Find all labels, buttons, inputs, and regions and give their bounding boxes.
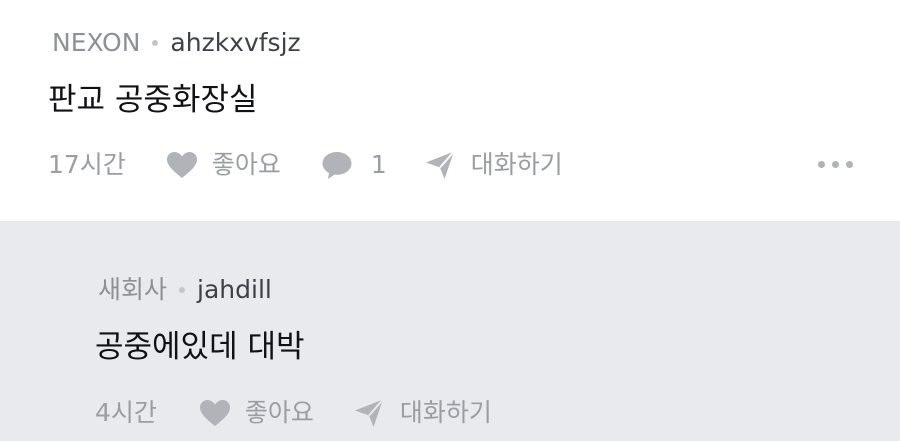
- reply-like-label: 좋아요: [244, 398, 314, 427]
- separator-dot: [179, 287, 186, 293]
- post-actions: 17시간 좋아요 1 대화하기: [48, 150, 563, 180]
- comment-count: 1: [370, 150, 387, 179]
- separator-dot: [152, 40, 159, 46]
- reply-time: 4시간: [95, 398, 157, 427]
- chat-label: 대화하기: [470, 150, 563, 179]
- post-author-meta[interactable]: NEXON ahzkxvfsjz: [52, 28, 301, 58]
- more-icon[interactable]: [818, 161, 853, 168]
- comment-bubble-icon: [321, 150, 353, 180]
- send-icon: [354, 398, 384, 428]
- post-text: 판교 공중화장실: [48, 82, 258, 118]
- post-time: 17시간: [48, 150, 126, 179]
- reply-chat-button[interactable]: 대화하기: [354, 398, 492, 428]
- comment-button[interactable]: 1: [321, 150, 387, 180]
- chat-button[interactable]: 대화하기: [425, 150, 563, 180]
- reply-company: 새회사: [98, 275, 168, 304]
- heart-icon: [166, 151, 198, 179]
- post-username[interactable]: ahzkxvfsjz: [170, 28, 300, 58]
- reply-like-button[interactable]: 좋아요: [199, 398, 314, 428]
- like-label: 좋아요: [211, 150, 281, 179]
- reply-username[interactable]: jahdill: [197, 275, 272, 305]
- post-company: NEXON: [52, 28, 141, 57]
- reply-chat-label: 대화하기: [399, 398, 492, 427]
- reply-card: 새회사 jahdill 공중에있데 대박 4시간 좋아요 대화하기: [0, 221, 900, 441]
- send-icon: [425, 150, 455, 180]
- reply-actions: 4시간 좋아요 대화하기: [95, 398, 492, 428]
- heart-icon: [199, 399, 231, 427]
- reply-text: 공중에있데 대박: [95, 329, 305, 365]
- like-button[interactable]: 좋아요: [166, 150, 281, 180]
- post-card: NEXON ahzkxvfsjz 판교 공중화장실 17시간 좋아요 1 대화하…: [0, 0, 900, 221]
- reply-author-meta[interactable]: 새회사 jahdill: [98, 275, 272, 305]
